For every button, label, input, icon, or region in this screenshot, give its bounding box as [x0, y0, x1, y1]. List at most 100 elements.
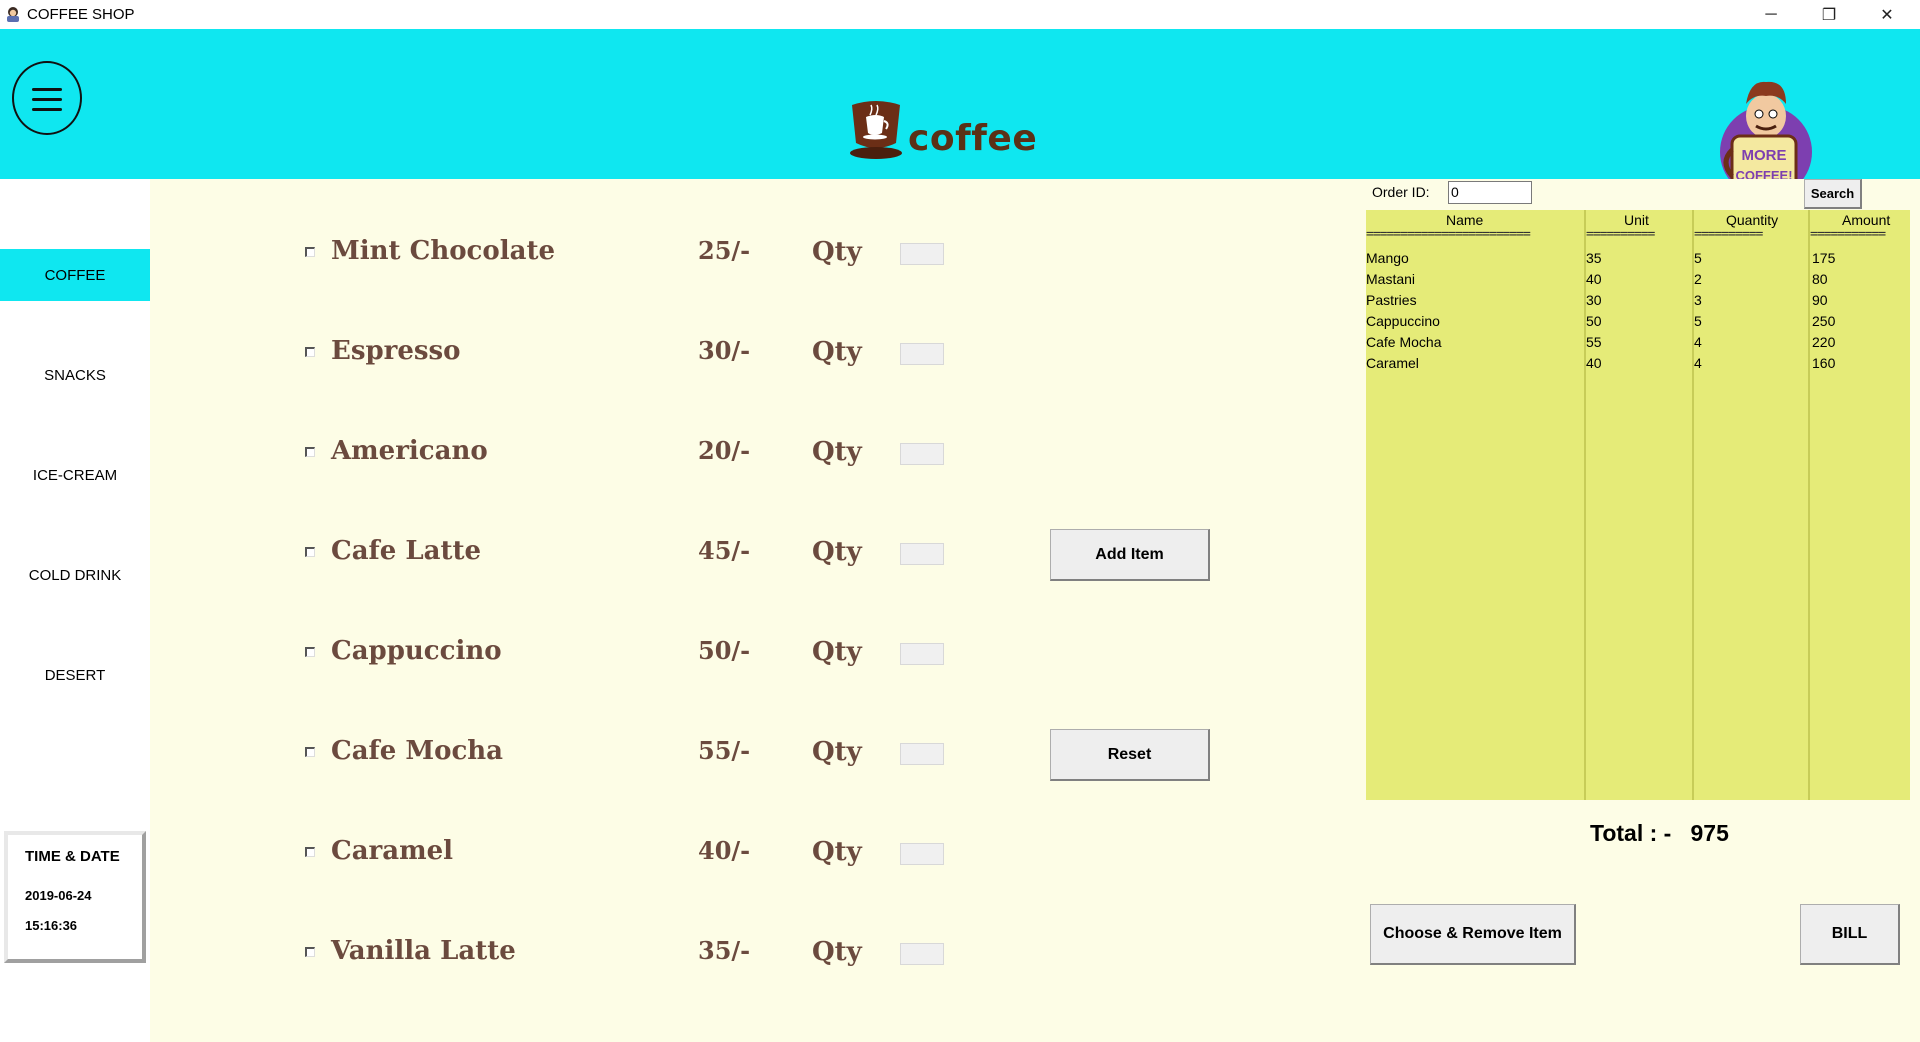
quantity-input[interactable]	[900, 543, 944, 565]
menu-item-qty-label: Qty	[812, 837, 862, 867]
table-cell: 50	[1586, 313, 1602, 329]
table-cell: 220	[1812, 334, 1836, 350]
restore-button[interactable]: ❐	[1806, 0, 1852, 29]
menu-item-checkbox[interactable]	[305, 347, 315, 357]
table-cell: 3	[1694, 292, 1702, 308]
window-title: COFFEE SHOP	[27, 6, 135, 23]
order-id-label: Order ID:	[1372, 184, 1430, 200]
menu-item-row: Mint Chocolate 25/- Qty	[150, 234, 1364, 274]
menu-item-name: Espresso	[331, 336, 461, 366]
table-cell: 5	[1694, 313, 1702, 329]
table-cell: 160	[1812, 355, 1836, 371]
menu-item-row: Americano 20/- Qty	[150, 434, 1364, 474]
table-cell: 55	[1586, 334, 1602, 350]
menu-item-row: Cappuccino 50/- Qty	[150, 634, 1364, 674]
menu-item-checkbox[interactable]	[305, 447, 315, 457]
table-cell: 35	[1586, 250, 1602, 266]
table-cell: 175	[1812, 250, 1836, 266]
minimize-button[interactable]: ─	[1748, 0, 1794, 29]
order-id-input[interactable]: 0	[1448, 181, 1532, 204]
menu-item-checkbox[interactable]	[305, 247, 315, 257]
column-separator: ========================	[1366, 227, 1531, 242]
bill-button[interactable]: BILL	[1800, 904, 1900, 965]
quantity-input[interactable]	[900, 943, 944, 965]
quantity-input[interactable]	[900, 743, 944, 765]
column-separator: ==========	[1694, 227, 1763, 242]
table-cell: Caramel	[1366, 355, 1419, 371]
menu-item-checkbox[interactable]	[305, 647, 315, 657]
table-cell: Cafe Mocha	[1366, 334, 1442, 350]
menu-item-qty-label: Qty	[812, 437, 862, 467]
menu-item-qty-label: Qty	[812, 537, 862, 567]
menu-item-checkbox[interactable]	[305, 747, 315, 757]
time-date-panel: TIME & DATE 2019-06-24 15:16:36	[4, 831, 146, 963]
menu-item-checkbox[interactable]	[305, 547, 315, 557]
reset-button[interactable]: Reset	[1050, 729, 1210, 781]
table-column-unit: Unit ========== 35 40 30 50 55 40	[1586, 210, 1694, 800]
menu-item-price: 30/-	[698, 336, 751, 365]
sidebar-item-cold-drink[interactable]: COLD DRINK	[0, 549, 150, 601]
menu-item-qty-label: Qty	[812, 637, 862, 667]
order-items-table[interactable]: Name ======================== Mango Mast…	[1366, 210, 1910, 800]
menu-item-name: Americano	[331, 436, 488, 466]
hamburger-line	[32, 88, 62, 91]
mascot-text-line-1: MORE	[1742, 147, 1787, 164]
menu-item-checkbox[interactable]	[305, 847, 315, 857]
coffee-menu-panel: Mint Chocolate 25/- Qty Espresso 30/- Qt…	[150, 179, 1364, 1042]
table-column-quantity: Quantity ========== 5 2 3 5 4 4	[1694, 210, 1810, 800]
table-cell: 90	[1812, 292, 1828, 308]
menu-item-price: 20/-	[698, 436, 751, 465]
menu-item-name: Cafe Mocha	[331, 736, 504, 766]
bill-total: Total : - 975	[1590, 820, 1729, 847]
column-header: Quantity	[1726, 212, 1779, 228]
table-cell: Pastries	[1366, 292, 1417, 308]
sidebar-item-ice-cream[interactable]: ICE-CREAM	[0, 449, 150, 501]
quantity-input[interactable]	[900, 643, 944, 665]
current-time: 15:16:36	[25, 918, 78, 933]
table-column-name: Name ======================== Mango Mast…	[1366, 210, 1586, 800]
menu-item-price: 35/-	[698, 936, 751, 965]
menu-item-price: 45/-	[698, 536, 751, 565]
table-cell: 30	[1586, 292, 1602, 308]
menu-item-qty-label: Qty	[812, 337, 862, 367]
quantity-input[interactable]	[900, 343, 944, 365]
menu-item-name: Mint Chocolate	[331, 236, 556, 266]
search-button[interactable]: Search	[1804, 179, 1862, 209]
coffee-logo-text: coffee	[908, 118, 1038, 159]
table-cell: Cappuccino	[1366, 313, 1440, 329]
sidebar-item-snacks[interactable]: SNACKS	[0, 349, 150, 401]
sidebar-item-coffee[interactable]: COFFEE	[0, 249, 150, 301]
header-banner: coffee MORE COFFEE!	[0, 29, 1920, 198]
table-cell: 250	[1812, 313, 1836, 329]
menu-item-checkbox[interactable]	[305, 947, 315, 957]
table-cell: 40	[1586, 271, 1602, 287]
table-column-amount: Amount =========== 175 80 90 250 220 160	[1810, 210, 1910, 800]
close-button[interactable]: ✕	[1864, 0, 1910, 29]
current-date: 2019-06-24	[25, 888, 92, 903]
menu-item-qty-label: Qty	[812, 237, 862, 267]
coffee-cup-icon	[850, 101, 902, 159]
add-item-button[interactable]: Add Item	[1050, 529, 1210, 581]
time-date-title: TIME & DATE	[25, 848, 120, 865]
choose-remove-item-button[interactable]: Choose & Remove Item	[1370, 904, 1576, 965]
table-cell: 4	[1694, 355, 1702, 371]
category-sidebar: COFFEE SNACKS ICE-CREAM COLD DRINK DESER…	[0, 179, 150, 1042]
quantity-input[interactable]	[900, 843, 944, 865]
table-cell: 40	[1586, 355, 1602, 371]
column-separator: ==========	[1586, 227, 1655, 242]
hamburger-line	[32, 98, 62, 101]
menu-item-row: Caramel 40/- Qty	[150, 834, 1364, 874]
table-cell: Mango	[1366, 250, 1409, 266]
total-label: Total : -	[1590, 820, 1672, 846]
menu-item-name: Caramel	[331, 836, 454, 866]
hamburger-menu-button[interactable]	[12, 61, 82, 135]
quantity-input[interactable]	[900, 243, 944, 265]
menu-item-name: Cappuccino	[331, 636, 502, 666]
menu-item-qty-label: Qty	[812, 937, 862, 967]
menu-item-row: Espresso 30/- Qty	[150, 334, 1364, 374]
sidebar-item-desert[interactable]: DESERT	[0, 649, 150, 701]
column-separator: ===========	[1810, 227, 1886, 242]
column-header: Unit	[1624, 212, 1649, 228]
menu-item-price: 50/-	[698, 636, 751, 665]
quantity-input[interactable]	[900, 443, 944, 465]
